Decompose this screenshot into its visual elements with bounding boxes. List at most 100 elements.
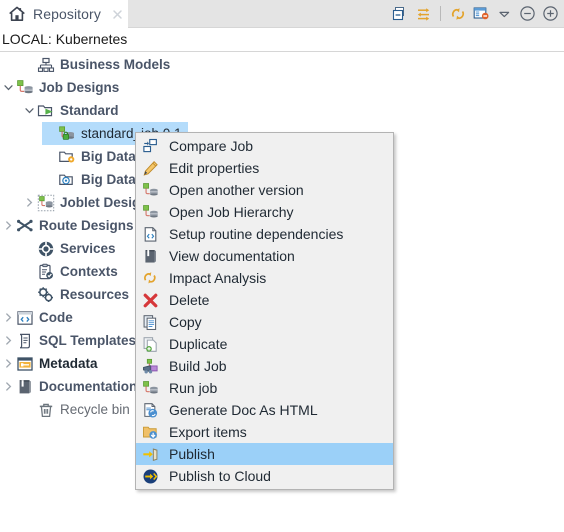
tree-item-label: SQL Templates (39, 333, 137, 348)
menu-item-label: Open Job Hierarchy (169, 204, 294, 220)
tree-item-label: Metadata (39, 356, 98, 371)
menu-item-open-another-version[interactable]: Open another version (136, 179, 393, 201)
tree-item-label: Documentation (39, 379, 138, 394)
resources-icon (37, 286, 55, 304)
chevron-right-icon[interactable] (0, 352, 16, 375)
chevron-down-icon[interactable] (21, 99, 37, 122)
recycle-bin-icon (37, 401, 55, 419)
close-icon[interactable] (111, 8, 124, 21)
tree-item-label: Job Designs (39, 80, 120, 95)
sql-templates-icon (16, 332, 34, 350)
publish-icon (140, 444, 160, 464)
tree-item-recycle-bin[interactable]: Recycle bin (21, 398, 130, 421)
tree-item-business-models[interactable]: Business Models (21, 53, 170, 76)
copy-icon (140, 312, 160, 332)
menu-item-view-documentation[interactable]: View documentation (136, 245, 393, 267)
chevron-right-icon[interactable] (0, 214, 16, 237)
menu-item-publish-to-cloud[interactable]: Publish to Cloud (136, 465, 393, 487)
delete-icon (140, 290, 160, 310)
export-items-icon (140, 422, 160, 442)
menu-item-label: Export items (169, 424, 247, 440)
menu-item-label: Publish to Cloud (169, 468, 271, 484)
view-menu-icon[interactable] (494, 4, 514, 24)
link-with-editor-icon[interactable] (413, 4, 433, 24)
tree-item-route-designs[interactable]: Route Designs (0, 214, 134, 237)
menu-item-publish[interactable]: Publish (136, 443, 393, 465)
menu-item-label: Duplicate (169, 336, 228, 352)
menu-item-setup-routine-dependencies[interactable]: Setup routine dependencies (136, 223, 393, 245)
context-menu[interactable]: Compare Job Edit properties Open another v… (135, 132, 394, 490)
menu-item-duplicate[interactable]: Duplicate (136, 333, 393, 355)
menu-item-edit-properties[interactable]: Edit properties (136, 157, 393, 179)
business-models-icon (37, 56, 55, 74)
menu-item-delete[interactable]: Delete (136, 289, 393, 311)
menu-item-label: Publish (169, 446, 215, 462)
chevron-right-icon[interactable] (0, 306, 16, 329)
services-icon (37, 240, 55, 258)
filter-icon[interactable] (471, 4, 491, 24)
menu-item-export-items[interactable]: Export items (136, 421, 393, 443)
code-icon (16, 309, 34, 327)
collapse-all-icon[interactable] (390, 4, 410, 24)
tree-item-resources[interactable]: Resources (21, 283, 129, 306)
big-data-batch-icon (58, 148, 76, 166)
tree-item-label: Code (39, 310, 73, 325)
chevron-down-icon[interactable] (0, 76, 16, 99)
menu-item-label: Generate Doc As HTML (169, 402, 318, 418)
tree-item-services[interactable]: Services (21, 237, 116, 260)
metadata-icon (16, 355, 34, 373)
tree-item-label: Business Models (60, 57, 171, 72)
tree-item-label: Services (60, 241, 116, 256)
chevron-right-icon[interactable] (0, 329, 16, 352)
menu-item-label: Build Job (169, 358, 227, 374)
contexts-icon (37, 263, 55, 281)
menu-item-compare-job[interactable]: Compare Job (136, 135, 393, 157)
menu-item-label: Open another version (169, 182, 304, 198)
tree-item-standard[interactable]: Standard (21, 99, 119, 122)
tree-item-label: Route Designs (39, 218, 134, 233)
publish-to-cloud-icon (140, 466, 160, 486)
open-job-hierarchy-icon (140, 202, 160, 222)
refresh-icon[interactable] (448, 4, 468, 24)
chevron-right-icon[interactable] (21, 191, 37, 214)
open-another-version-icon (140, 180, 160, 200)
tree-item-label: Standard (60, 103, 119, 118)
tree-item-contexts[interactable]: Contexts (21, 260, 118, 283)
job-item-icon (58, 125, 76, 143)
tree-item-metadata[interactable]: Metadata (0, 352, 98, 375)
menu-item-copy[interactable]: Copy (136, 311, 393, 333)
toolbar-separator (440, 6, 441, 21)
tab-bar: Repository (0, 0, 564, 28)
tab-repository[interactable]: Repository (0, 0, 128, 28)
documentation-icon (16, 378, 34, 396)
header-divider (0, 51, 564, 52)
run-job-icon (140, 378, 160, 398)
menu-item-open-job-hierarchy[interactable]: Open Job Hierarchy (136, 201, 393, 223)
tree-item-job-designs[interactable]: Job Designs (0, 76, 119, 99)
minimize-icon[interactable] (517, 4, 537, 24)
view-toolbar (390, 0, 560, 27)
tree-item-documentation[interactable]: Documentation (0, 375, 137, 398)
tree-item-sql-templates[interactable]: SQL Templates (0, 329, 136, 352)
job-designs-icon (16, 79, 34, 97)
menu-item-label: View documentation (169, 248, 295, 264)
chevron-right-icon[interactable] (0, 375, 16, 398)
menu-item-build-job[interactable]: Build Job (136, 355, 393, 377)
generate-doc-as-html-icon (140, 400, 160, 420)
menu-item-label: Setup routine dependencies (169, 226, 344, 242)
tree-item-code[interactable]: Code (0, 306, 73, 329)
standard-folder-icon (37, 102, 55, 120)
connection-label: LOCAL: Kubernetes (2, 31, 128, 47)
menu-item-generate-doc-as-html[interactable]: Generate Doc As HTML (136, 399, 393, 421)
menu-item-label: Delete (169, 292, 210, 308)
menu-item-run-job[interactable]: Run job (136, 377, 393, 399)
menu-item-impact-analysis[interactable]: Impact Analysis (136, 267, 393, 289)
home-icon (8, 5, 26, 23)
maximize-icon[interactable] (540, 4, 560, 24)
